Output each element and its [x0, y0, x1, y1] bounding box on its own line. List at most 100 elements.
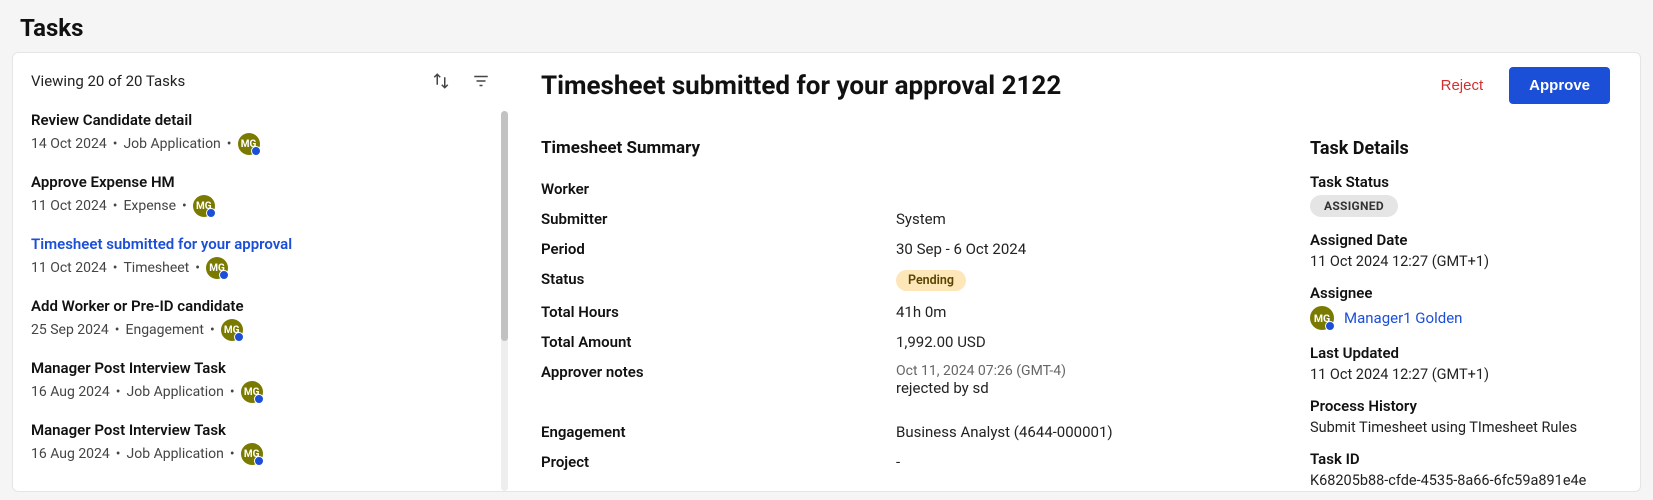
- task-item-meta: 11 Oct 2024•Expense•MG: [31, 195, 493, 217]
- task-list-panel: Viewing 20 of 20 Tasks Review Candidate …: [13, 53, 511, 491]
- task-detail-panel: Timesheet submitted for your approval 21…: [511, 53, 1640, 491]
- assigned-date-value: 11 Oct 2024 12:27 (GMT+1): [1310, 253, 1610, 270]
- task-item-title: Manager Post Interview Task: [31, 359, 493, 377]
- task-list-header: Viewing 20 of 20 Tasks: [31, 71, 503, 91]
- engagement-link[interactable]: Business Analyst (4644-000001): [896, 423, 1113, 441]
- separator-dot: •: [116, 384, 121, 400]
- assignee-link[interactable]: Manager1 Golden: [1344, 309, 1462, 327]
- submitter-label: Submitter: [541, 210, 896, 228]
- scrollbar[interactable]: [501, 111, 508, 491]
- reject-button[interactable]: Reject: [1431, 69, 1494, 102]
- separator-dot: •: [210, 322, 215, 338]
- task-item-meta: 25 Sep 2024•Engagement•MG: [31, 319, 493, 341]
- total-amount-label: Total Amount: [541, 333, 896, 351]
- task-content-row: Timesheet Summary Worker Submitter Syste…: [541, 138, 1610, 491]
- detail-assigned-date: Assigned Date 11 Oct 2024 12:27 (GMT+1): [1310, 231, 1610, 270]
- assignee-row: MG Manager1 Golden: [1310, 306, 1610, 330]
- row-total-amount: Total Amount 1,992.00 USD: [541, 333, 1270, 351]
- separator-dot: •: [230, 384, 235, 400]
- total-hours-label: Total Hours: [541, 303, 896, 321]
- period-value: 30 Sep - 6 Oct 2024: [896, 240, 1026, 258]
- task-list: Review Candidate detail 14 Oct 2024 • Job A…: [31, 103, 503, 475]
- separator-dot: •: [115, 322, 120, 338]
- task-item-avatar: MG: [193, 195, 215, 217]
- task-item-title: Review Candidate detail: [31, 111, 493, 129]
- separator-dot: •: [116, 446, 121, 462]
- sort-icon[interactable]: [431, 71, 451, 91]
- separator-dot: •: [113, 260, 118, 276]
- task-item-date: 14 Oct 2024: [31, 136, 107, 152]
- task-item-category: Expense: [123, 198, 176, 214]
- project-value: -: [896, 453, 900, 471]
- detail-last-updated: Last Updated 11 Oct 2024 12:27 (GMT+1): [1310, 344, 1610, 383]
- filter-icon[interactable]: [471, 71, 491, 91]
- task-actions: Reject Approve: [1431, 67, 1610, 104]
- task-item[interactable]: Approve Expense HM11 Oct 2024•Expense•MG: [31, 165, 493, 227]
- approver-notes-label: Approver notes: [541, 363, 896, 381]
- task-item-category: Job Application: [127, 384, 224, 400]
- project-label: Project: [541, 453, 896, 471]
- task-item[interactable]: Manager Post Interview Task16 Aug 2024•J…: [31, 413, 493, 475]
- task-item-date: 11 Oct 2024: [31, 260, 107, 276]
- task-item[interactable]: Add Worker or Pre-ID candidate 25 Sep 202…: [31, 289, 493, 351]
- row-worker: Worker: [541, 180, 1270, 198]
- separator-dot: •: [113, 136, 118, 152]
- status-value: Pending: [896, 270, 966, 291]
- page-title: Tasks: [0, 0, 1653, 52]
- task-item[interactable]: Timesheet submitted for your approval 11 …: [31, 227, 493, 289]
- task-id-value: K68205b88-cfde-4535-8a66-6fc59a891e4e: [1310, 472, 1610, 489]
- engagement-label: Engagement: [541, 423, 896, 441]
- row-total-hours: Total Hours 41h 0m: [541, 303, 1270, 321]
- last-updated-label: Last Updated: [1310, 344, 1610, 362]
- approver-notes-date: Oct 11, 2024 07:26 (GMT-4): [896, 363, 1066, 379]
- status-badge-assigned: ASSIGNED: [1310, 195, 1398, 217]
- task-item-title: Timesheet submitted for your approval: [31, 235, 493, 253]
- task-item-meta: 16 Aug 2024 • Job Application • MG: [31, 443, 493, 465]
- row-engagement: Engagement Business Analyst (4644-000001…: [541, 423, 1270, 441]
- total-hours-value: 41h 0m: [896, 303, 946, 321]
- task-item-avatar: MG: [241, 443, 263, 465]
- task-item-avatar: MG: [221, 319, 243, 341]
- row-submitter: Submitter System: [541, 210, 1270, 228]
- last-updated-value: 11 Oct 2024 12:27 (GMT+1): [1310, 366, 1610, 383]
- task-item[interactable]: Manager Post Interview Task16 Aug 2024•J…: [31, 351, 493, 413]
- separator-dot: •: [113, 198, 118, 214]
- task-details-heading: Task Details: [1310, 138, 1610, 159]
- task-id-label: Task ID: [1310, 450, 1610, 468]
- separator-dot: •: [230, 446, 235, 462]
- approver-notes-text: rejected by sd: [896, 379, 1066, 397]
- approve-button[interactable]: Approve: [1509, 67, 1610, 104]
- task-item-date: 25 Sep 2024: [31, 322, 109, 338]
- submitter-value: System: [896, 210, 946, 228]
- timesheet-summary: Timesheet Summary Worker Submitter Syste…: [541, 138, 1270, 491]
- task-list-icons: [431, 71, 491, 91]
- task-item-title: Add Worker or Pre-ID candidate: [31, 297, 493, 315]
- task-item-date: 11 Oct 2024: [31, 198, 107, 214]
- detail-task-id: Task ID K68205b88-cfde-4535-8a66-6fc59a8…: [1310, 450, 1610, 489]
- summary-heading: Timesheet Summary: [541, 138, 1270, 158]
- assigned-date-label: Assigned Date: [1310, 231, 1610, 249]
- process-history-label: Process History: [1310, 397, 1610, 415]
- task-item-meta: 11 Oct 2024•Timesheet•MG: [31, 257, 493, 279]
- task-item-meta: 14 Oct 2024•Job Application•MG: [31, 133, 493, 155]
- task-item-category: Job Application: [127, 446, 224, 462]
- task-item-meta: 16 Aug 2024•Job Application•MG: [31, 381, 493, 403]
- task-details-sidebar: Task Details Task Status ASSIGNED Assign…: [1310, 138, 1610, 491]
- tasks-card: Viewing 20 of 20 Tasks Review Candidate …: [12, 52, 1641, 492]
- total-amount-value: 1,992.00 USD: [896, 333, 986, 351]
- scrollbar-thumb[interactable]: [501, 111, 508, 341]
- status-badge-pending: Pending: [896, 270, 966, 291]
- task-detail-title: Timesheet submitted for your approval 21…: [541, 71, 1061, 101]
- task-item[interactable]: Review Candidate detail14 Oct 2024•Job A…: [31, 103, 493, 165]
- detail-assignee: Assignee MG Manager1 Golden: [1310, 284, 1610, 330]
- task-item-date: 16 Aug 2024: [31, 446, 110, 462]
- task-detail-header: Timesheet submitted for your approval 21…: [541, 67, 1610, 104]
- row-project: Project -: [541, 453, 1270, 471]
- period-label: Period: [541, 240, 896, 258]
- task-status-label: Task Status: [1310, 173, 1610, 191]
- process-history-link[interactable]: Submit Timesheet using TImesheet Rules: [1310, 419, 1610, 436]
- task-item-category: Timesheet: [123, 260, 189, 276]
- detail-process-history: Process History Submit Timesheet using T…: [1310, 397, 1610, 436]
- task-item-title: Approve Expense HM: [31, 173, 493, 191]
- row-approver-notes: Approver notes Oct 11, 2024 07:26 (GMT-4…: [541, 363, 1270, 397]
